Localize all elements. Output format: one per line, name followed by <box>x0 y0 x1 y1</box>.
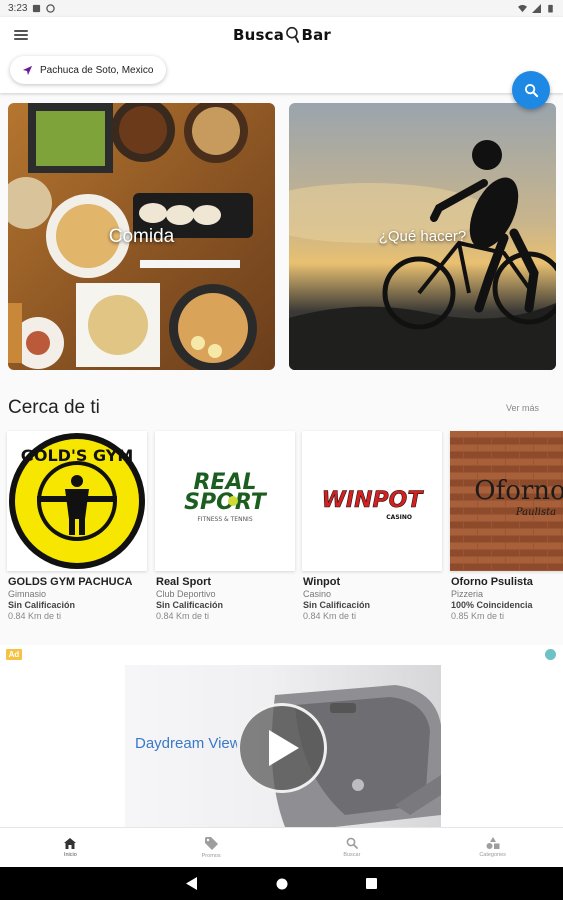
wifi-icon <box>518 4 527 13</box>
nav-label-search: Buscar <box>343 852 361 858</box>
nearby-places-list: GOLD'S GYM GOLDS GYM PACHUCA Gimnasio Si… <box>0 431 563 631</box>
nav-item-home[interactable]: Inicio <box>0 828 141 867</box>
ad-choices-icon[interactable] <box>545 649 556 660</box>
place-distance: 0.84 Km de ti <box>156 611 210 621</box>
nav-label-categories: Categories <box>479 852 506 858</box>
nav-item-promos[interactable]: Promos <box>141 828 282 867</box>
nav-item-search[interactable]: Buscar <box>282 828 423 867</box>
menu-icon-bar <box>14 30 28 32</box>
oforno-logo-sub: Paulista <box>515 507 556 518</box>
ad-badge: Ad <box>6 649 22 660</box>
place-name: Oforno Psulista <box>451 576 533 588</box>
back-icon <box>186 877 197 890</box>
category-label-food: Comida <box>108 225 175 247</box>
sync-icon <box>46 4 56 13</box>
notification-icon <box>33 4 41 13</box>
back-button[interactable] <box>186 877 198 890</box>
logo-text-right: Bar <box>301 26 331 44</box>
category-label-activities: ¿Qué hacer? <box>378 228 467 245</box>
place-thumbnail: GOLD'S GYM <box>7 431 147 571</box>
app-header: Busca Bar Pachuca de Soto, Mexico <box>0 17 563 93</box>
category-card-activities[interactable]: ¿Qué hacer? <box>289 103 556 370</box>
golds-gym-logo: GOLD'S GYM <box>9 433 145 569</box>
place-category: Pizzeria <box>451 589 484 599</box>
place-card-oforno[interactable]: Oforno Paulista Oforno Psulista Pizzeria… <box>450 431 563 621</box>
place-category: Casino <box>303 589 332 599</box>
place-card-real-sport[interactable]: REAL SPORT FITNESS & TENNIS Real Sport C… <box>155 431 295 621</box>
place-thumbnail: Oforno Paulista <box>450 431 563 571</box>
home-circle-icon <box>276 878 288 889</box>
nav-item-categories[interactable]: Categories <box>422 828 563 867</box>
ad-headline: Daydream View <box>135 735 241 752</box>
play-icon <box>269 730 299 766</box>
oforno-logo: Oforno Paulista <box>450 431 563 571</box>
menu-button[interactable] <box>12 27 30 43</box>
place-name: Real Sport <box>156 576 212 588</box>
battery-icon <box>548 4 553 13</box>
category-card-food[interactable]: Comida <box>8 103 275 370</box>
home-system-button[interactable] <box>276 878 288 890</box>
system-navigation-bar <box>0 867 563 900</box>
recents-icon <box>366 878 377 889</box>
place-distance: 0.84 Km de ti <box>303 611 357 621</box>
bottom-navigation: Inicio Promos Buscar Categories <box>0 827 563 867</box>
place-name: Winpot <box>303 576 341 588</box>
golds-logo-text: GOLD'S GYM <box>21 446 134 465</box>
home-icon <box>64 837 77 849</box>
signal-icon <box>532 4 541 13</box>
real-sport-logo-line2: SPORT <box>184 490 268 515</box>
place-thumbnail: REAL SPORT FITNESS & TENNIS <box>155 431 295 571</box>
oforno-logo-text: Oforno <box>474 476 563 506</box>
status-bar: 3:23 <box>0 0 563 17</box>
status-time: 3:23 <box>8 3 28 14</box>
ad-banner: Ad Daydream View <box>0 645 563 827</box>
place-distance: 0.84 Km de ti <box>8 611 62 621</box>
winpot-logo-text: WINPOT <box>322 488 425 513</box>
see-more-link[interactable]: Ver más <box>506 403 539 413</box>
place-distance: 0.85 Km de ti <box>451 611 505 621</box>
real-sport-logo: REAL SPORT FITNESS & TENNIS <box>184 470 268 523</box>
winpot-logo: WINPOT CASINO <box>321 488 425 521</box>
play-button[interactable] <box>237 703 327 793</box>
nav-label-promos: Promos <box>201 852 221 859</box>
ad-video[interactable]: Daydream View <box>125 665 441 827</box>
recents-button[interactable] <box>366 878 377 889</box>
app-logo: Busca Bar <box>233 21 331 49</box>
categories-icon <box>486 837 500 849</box>
place-card-winpot[interactable]: WINPOT CASINO Winpot Casino Sin Califica… <box>302 431 442 621</box>
menu-icon-bar <box>14 38 28 40</box>
search-fab-button[interactable] <box>512 71 550 109</box>
real-sport-logo-line3: FITNESS & TENNIS <box>197 516 252 523</box>
location-arrow-icon <box>22 65 33 75</box>
place-category: Club Deportivo <box>156 589 216 599</box>
place-category: Gimnasio <box>8 589 47 599</box>
nearby-section-title: Cerca de ti <box>8 397 100 418</box>
tag-icon <box>204 836 218 850</box>
place-name: GOLDS GYM PACHUCA <box>8 576 133 588</box>
winpot-logo-sub: CASINO <box>386 514 412 521</box>
place-rating: 100% Coincidencia <box>451 600 533 610</box>
nav-label-home: Inicio <box>63 851 77 858</box>
location-selector[interactable]: Pachuca de Soto, Mexico <box>10 56 166 84</box>
menu-icon-bar <box>14 34 28 36</box>
place-thumbnail: WINPOT CASINO <box>302 431 442 571</box>
place-rating: Sin Calificación <box>156 600 224 610</box>
place-rating: Sin Calificación <box>8 600 76 610</box>
search-icon <box>524 83 538 97</box>
place-card-golds-gym[interactable]: GOLD'S GYM GOLDS GYM PACHUCA Gimnasio Si… <box>7 431 147 621</box>
search-icon <box>346 837 358 849</box>
location-label: Pachuca de Soto, Mexico <box>40 64 154 76</box>
magnifier-logo-icon <box>286 26 300 43</box>
logo-text-left: Busca <box>233 26 285 44</box>
place-rating: Sin Calificación <box>303 600 371 610</box>
